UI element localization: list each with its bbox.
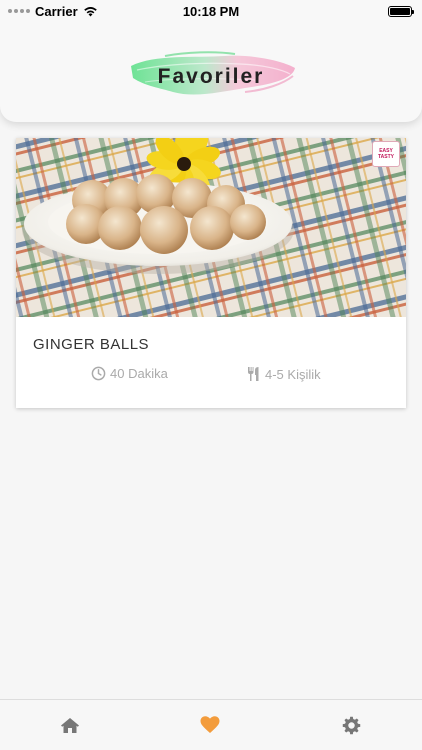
recipe-meta: 40 Dakika 4-5 Kişilik bbox=[16, 366, 406, 386]
tab-bar bbox=[0, 699, 422, 750]
home-icon bbox=[61, 717, 79, 733]
fork-knife-icon bbox=[248, 367, 259, 381]
carrier-label: Carrier bbox=[35, 3, 78, 19]
signal-dots-icon bbox=[8, 9, 30, 13]
heart-icon bbox=[200, 716, 220, 733]
tab-favorites[interactable] bbox=[199, 714, 221, 736]
recipe-card[interactable]: EASY TASTY GINGER BALLS 40 Dakika 4-5 Kiş… bbox=[16, 138, 406, 408]
tab-home[interactable] bbox=[59, 714, 81, 736]
status-bar: Carrier 10:18 PM bbox=[0, 0, 422, 22]
battery-icon bbox=[388, 5, 414, 17]
gear-icon bbox=[342, 716, 360, 734]
wifi-icon bbox=[83, 6, 97, 16]
recipe-duration: 40 Dakika bbox=[91, 366, 168, 381]
status-left: Carrier bbox=[8, 4, 98, 19]
status-time: 10:18 PM bbox=[182, 3, 240, 19]
recipe-title: GINGER BALLS bbox=[33, 336, 150, 353]
brand-logo: EASY TASTY bbox=[372, 141, 400, 167]
recipe-servings-label: 4-5 Kişilik bbox=[265, 366, 321, 382]
clock-icon bbox=[91, 366, 106, 381]
recipe-duration-label: 40 Dakika bbox=[110, 366, 168, 381]
page-title: Favoriler bbox=[157, 65, 265, 88]
recipe-servings: 4-5 Kişilik bbox=[247, 366, 321, 382]
recipe-image: EASY TASTY bbox=[16, 138, 406, 317]
tab-settings[interactable] bbox=[340, 714, 362, 736]
